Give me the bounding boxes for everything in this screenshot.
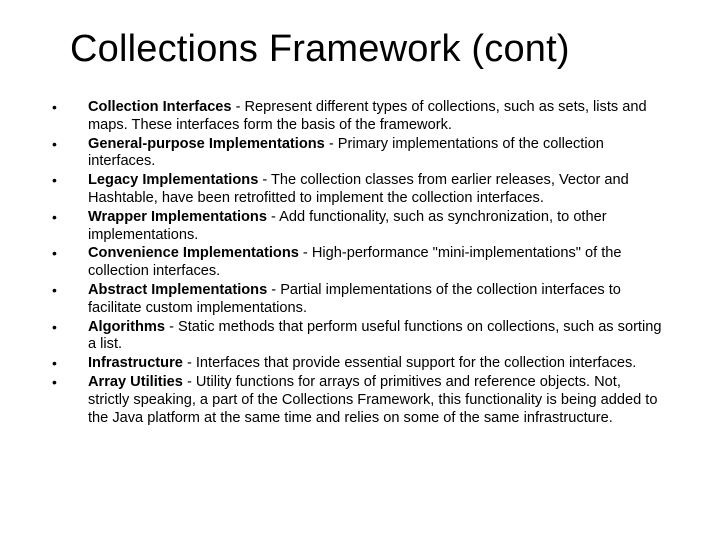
term: Infrastructure xyxy=(88,355,183,371)
list-item: Infrastructure - Interfaces that provide… xyxy=(40,355,664,373)
term: Abstract Implementations xyxy=(88,282,267,298)
bullet-list: Collection Interfaces - Represent differ… xyxy=(40,99,680,427)
term: Array Utilities xyxy=(88,374,183,390)
list-item: Abstract Implementations - Partial imple… xyxy=(40,282,664,318)
term: Convenience Implementations xyxy=(88,245,299,261)
term: Wrapper Implementations xyxy=(88,209,267,225)
list-item: Wrapper Implementations - Add functional… xyxy=(40,209,664,245)
term: Legacy Implementations xyxy=(88,172,258,188)
term: Algorithms xyxy=(88,319,165,335)
list-item: Collection Interfaces - Represent differ… xyxy=(40,99,664,135)
term: Collection Interfaces xyxy=(88,99,232,115)
list-item: Algorithms - Static methods that perform… xyxy=(40,319,664,355)
slide-title: Collections Framework (cont) xyxy=(70,28,680,71)
list-item: Convenience Implementations - High-perfo… xyxy=(40,245,664,281)
list-item: Legacy Implementations - The collection … xyxy=(40,172,664,208)
desc: - Interfaces that provide essential supp… xyxy=(183,355,636,371)
desc: - Static methods that perform useful fun… xyxy=(88,319,661,353)
term: General-purpose Implementations xyxy=(88,136,325,152)
list-item: Array Utilities - Utility functions for … xyxy=(40,374,664,427)
list-item: General-purpose Implementations - Primar… xyxy=(40,136,664,172)
slide: Collections Framework (cont) Collection … xyxy=(0,0,720,540)
